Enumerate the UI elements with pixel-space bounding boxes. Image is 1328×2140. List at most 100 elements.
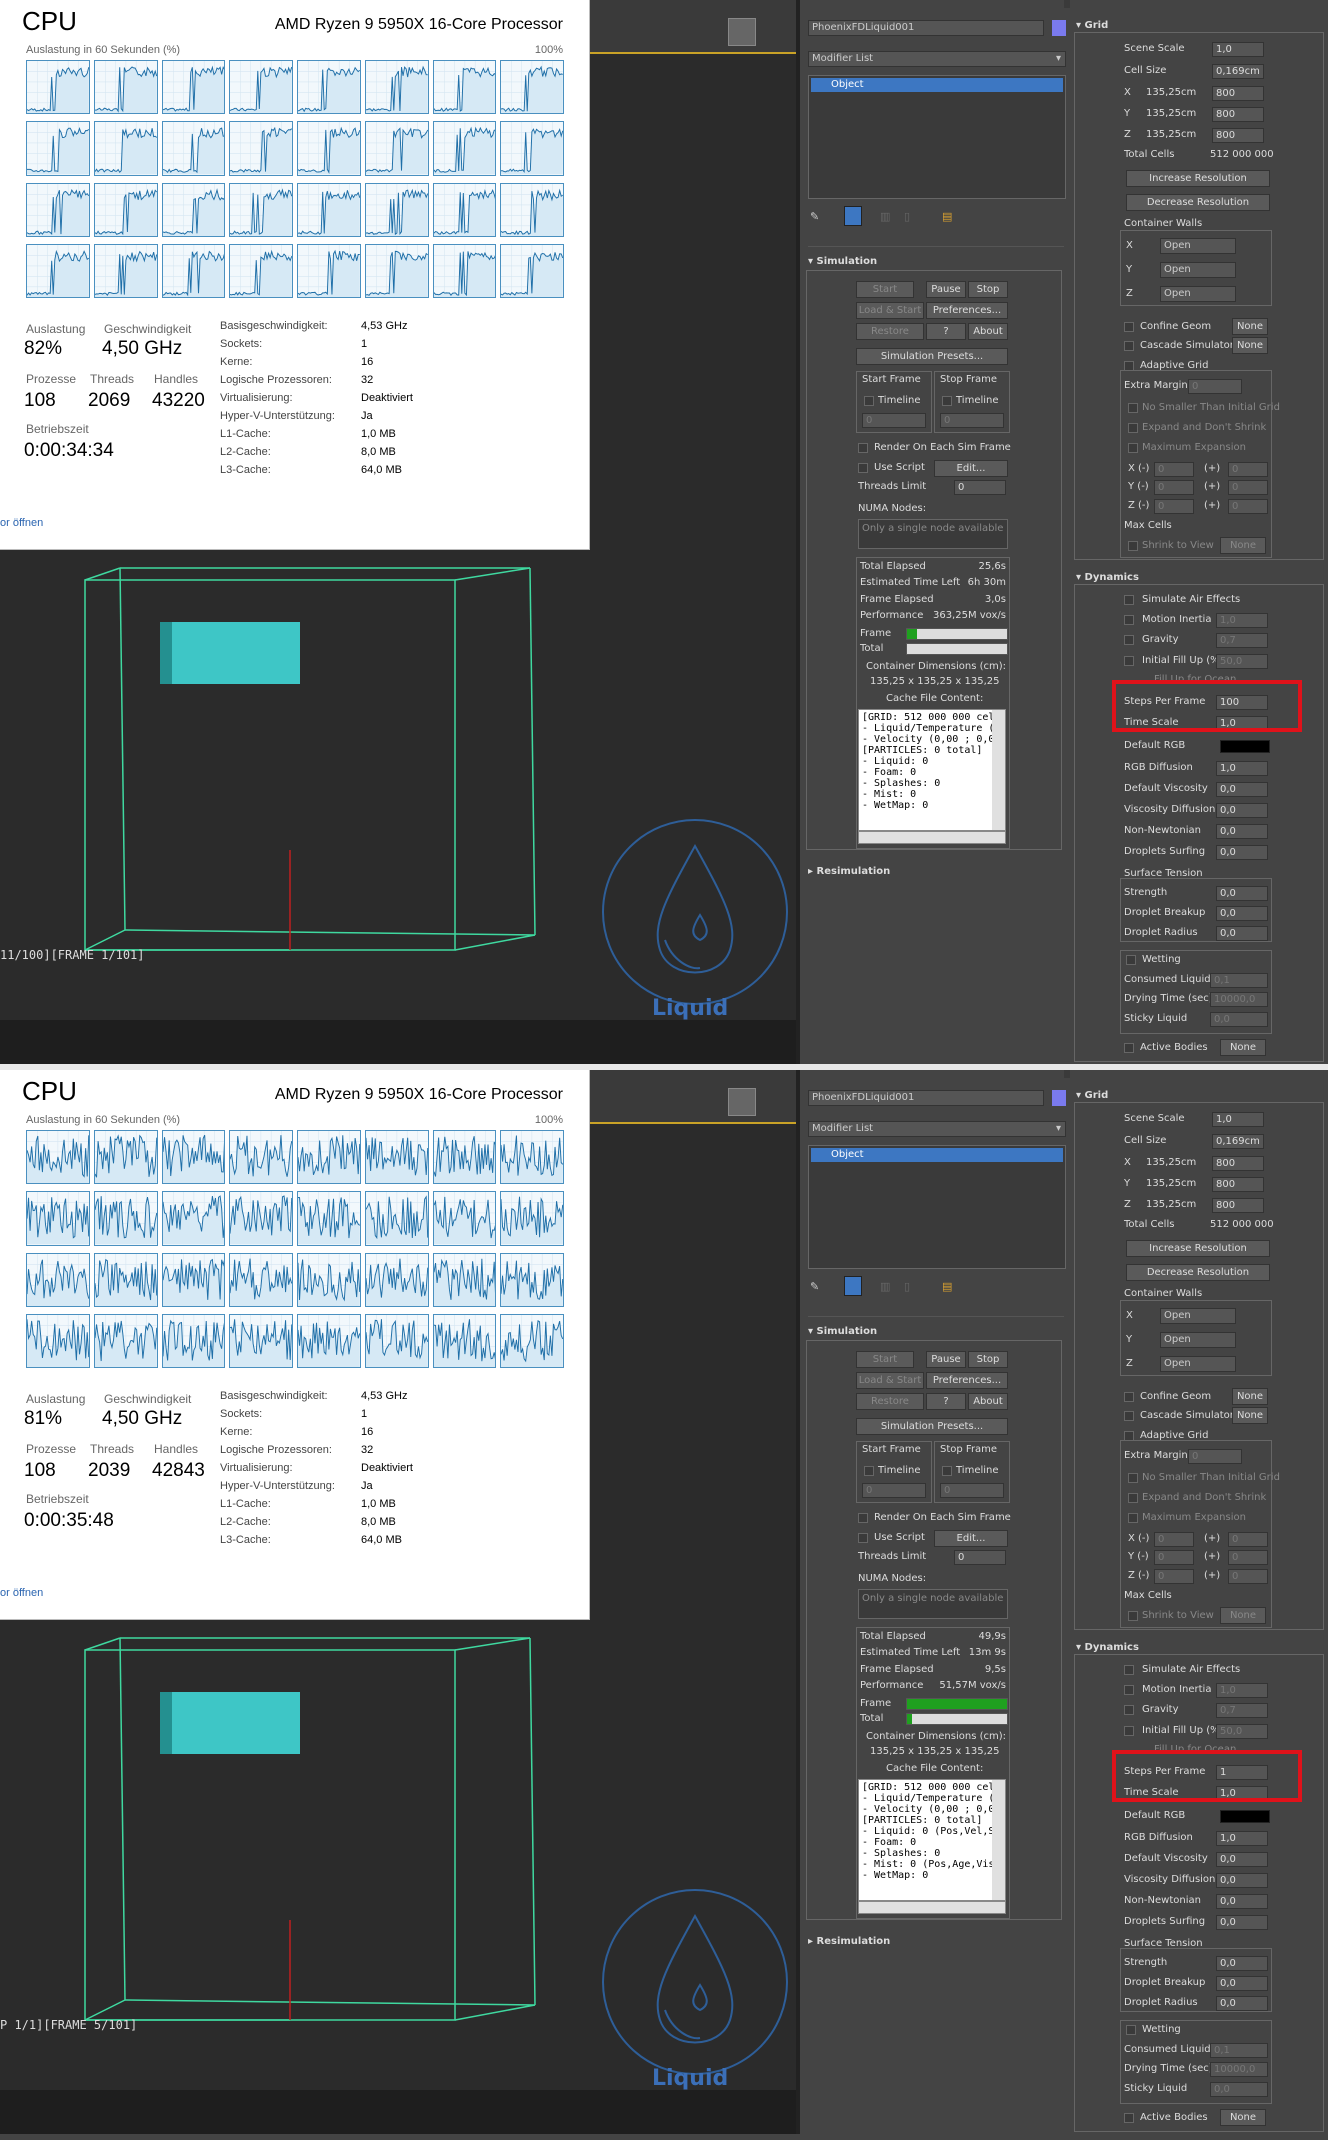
droplet-radius-spinner[interactable]: 0,0 [1216,1996,1268,2011]
modifier-list-dropdown[interactable]: Modifier List ▾ [808,51,1066,67]
fill-up-spinner[interactable]: 50,0 [1216,654,1268,669]
simulation-presets-button[interactable]: Simulation Presets... [856,348,1008,365]
sticky-liquid-spinner[interactable]: 0,0 [1210,2082,1268,2097]
motion-inertia-spinner[interactable]: 1,0 [1216,1683,1268,1698]
motion-inertia-checkbox[interactable] [1124,615,1134,625]
use-script-checkbox[interactable] [858,1533,868,1543]
restore-button[interactable]: Restore [856,323,924,340]
no-smaller-checkbox[interactable] [1128,403,1138,413]
zm-spinner[interactable]: 0 [1154,499,1194,514]
default-rgb-swatch[interactable] [1220,1810,1270,1823]
ym-spinner[interactable]: 0 [1154,480,1194,495]
pause-button[interactable]: Pause [926,281,966,298]
remove-modifier-icon[interactable]: ▯ [904,1280,910,1293]
cache-content-text[interactable]: [GRID: 512 000 000 cells, - Liquid/Tempe… [858,1779,1006,1901]
strength-spinner[interactable]: 0,0 [1216,1956,1268,1971]
strength-spinner[interactable]: 0,0 [1216,886,1268,901]
threads-limit-spinner[interactable]: 0 [954,480,1006,495]
start-button[interactable]: Start [856,281,914,298]
start-button[interactable]: Start [856,1351,914,1368]
threads-limit-spinner[interactable]: 0 [954,1550,1006,1565]
sticky-liquid-spinner[interactable]: 0,0 [1210,1012,1268,1027]
active-bodies-checkbox[interactable] [1124,2113,1134,2123]
wall-y-dropdown[interactable]: Open [1160,1332,1236,1348]
motion-inertia-spinner[interactable]: 1,0 [1216,613,1268,628]
grid-y-spinner[interactable]: 800 [1212,107,1264,122]
cache-hscrollbar[interactable] [858,1901,1006,1914]
grid-rollout-header[interactable]: ▾ Grid [1076,1090,1108,1101]
zp-spinner[interactable]: 0 [1228,1569,1268,1584]
drying-time-spinner[interactable]: 10000,0 [1210,992,1268,1007]
expand-checkbox[interactable] [1128,423,1138,433]
show-end-result-icon[interactable] [844,206,862,226]
edit-script-button[interactable]: Edit... [934,1530,1008,1547]
confine-geom-button[interactable]: None [1232,1388,1268,1405]
wall-z-dropdown[interactable]: Open [1160,1356,1236,1372]
extra-margin-spinner[interactable]: 0 [1188,1449,1242,1464]
cache-content-text[interactable]: [GRID: 512 000 000 cells, - Liquid/Tempe… [858,709,1006,831]
stop-button[interactable]: Stop [968,281,1008,298]
consumed-liquid-spinner[interactable]: 0,1 [1210,973,1268,988]
resimulation-rollout-header[interactable]: ▸ Resimulation [808,1936,890,1947]
confine-geom-checkbox[interactable] [1124,1392,1134,1402]
decrease-resolution-button[interactable]: Decrease Resolution [1126,194,1270,211]
open-resource-monitor-link[interactable]: or öffnen [0,517,43,529]
non-newtonian-spinner[interactable]: 0,0 [1216,824,1268,839]
fill-up-checkbox[interactable] [1124,1726,1134,1736]
zm-spinner[interactable]: 0 [1154,1569,1194,1584]
render-each-checkbox[interactable] [858,443,868,453]
wetting-checkbox[interactable] [1126,2025,1136,2035]
grid-z-spinner[interactable]: 800 [1212,1198,1264,1213]
increase-resolution-button[interactable]: Increase Resolution [1126,1240,1270,1257]
rgb-diffusion-spinner[interactable]: 1,0 [1216,761,1268,776]
drying-time-spinner[interactable]: 10000,0 [1210,2062,1268,2077]
cache-scrollbar[interactable] [992,710,1005,830]
about-button[interactable]: About [968,323,1008,340]
droplet-radius-spinner[interactable]: 0,0 [1216,926,1268,941]
cascade-checkbox[interactable] [1124,1411,1134,1421]
modifier-stack[interactable]: Object [808,1145,1066,1269]
rgb-diffusion-spinner[interactable]: 1,0 [1216,1831,1268,1846]
numa-list[interactable]: Only a single node available [858,1589,1008,1619]
modifier-stack-item[interactable]: Object [811,78,1063,92]
viscosity-diffusion-spinner[interactable]: 0,0 [1216,1873,1268,1888]
active-bodies-button[interactable]: None [1220,2109,1266,2126]
consumed-liquid-spinner[interactable]: 0,1 [1210,2043,1268,2058]
simulation-presets-button[interactable]: Simulation Presets... [856,1418,1008,1435]
air-effects-checkbox[interactable] [1124,1665,1134,1675]
viscosity-spinner[interactable]: 0,0 [1216,782,1268,797]
stop-frame-spinner[interactable]: 0 [940,1483,1004,1498]
pin-icon[interactable]: ✎ [810,210,822,223]
wall-y-dropdown[interactable]: Open [1160,262,1236,278]
air-effects-checkbox[interactable] [1124,595,1134,605]
start-frame-spinner[interactable]: 0 [862,413,926,428]
viscosity-spinner[interactable]: 0,0 [1216,1852,1268,1867]
load-start-button[interactable]: Load & Start [856,302,924,319]
preferences-button[interactable]: Preferences... [926,302,1008,319]
zp-spinner[interactable]: 0 [1228,499,1268,514]
render-each-checkbox[interactable] [858,1513,868,1523]
fill-up-spinner[interactable]: 50,0 [1216,1724,1268,1739]
yp-spinner[interactable]: 0 [1228,480,1268,495]
stop-frame-spinner[interactable]: 0 [940,413,1004,428]
gravity-spinner[interactable]: 0,7 [1216,633,1268,648]
max-expansion-checkbox[interactable] [1128,1513,1138,1523]
shrink-button[interactable]: None [1220,1607,1266,1624]
wall-z-dropdown[interactable]: Open [1160,286,1236,302]
wall-x-dropdown[interactable]: Open [1160,238,1236,254]
remove-modifier-icon[interactable]: ▯ [904,210,910,223]
simulation-rollout-header[interactable]: ▾ Simulation [808,1326,877,1337]
xm-spinner[interactable]: 0 [1154,1532,1194,1547]
cascade-checkbox[interactable] [1124,341,1134,351]
dynamics-rollout-header[interactable]: ▾ Dynamics [1076,572,1139,583]
viewport[interactable]: 11/100][FRAME 1/101] Liquid CPU AMD Ryze… [0,0,798,1064]
xp-spinner[interactable]: 0 [1228,462,1268,477]
pin-icon[interactable]: ✎ [810,1280,822,1293]
modifier-stack-item[interactable]: Object [811,1148,1063,1162]
cascade-button[interactable]: None [1232,1407,1268,1424]
droplets-surfing-spinner[interactable]: 0,0 [1216,845,1268,860]
cell-size-spinner[interactable]: 0,169cm [1212,1134,1264,1149]
object-color-swatch[interactable] [1052,20,1066,36]
xm-spinner[interactable]: 0 [1154,462,1194,477]
load-start-button[interactable]: Load & Start [856,1372,924,1389]
